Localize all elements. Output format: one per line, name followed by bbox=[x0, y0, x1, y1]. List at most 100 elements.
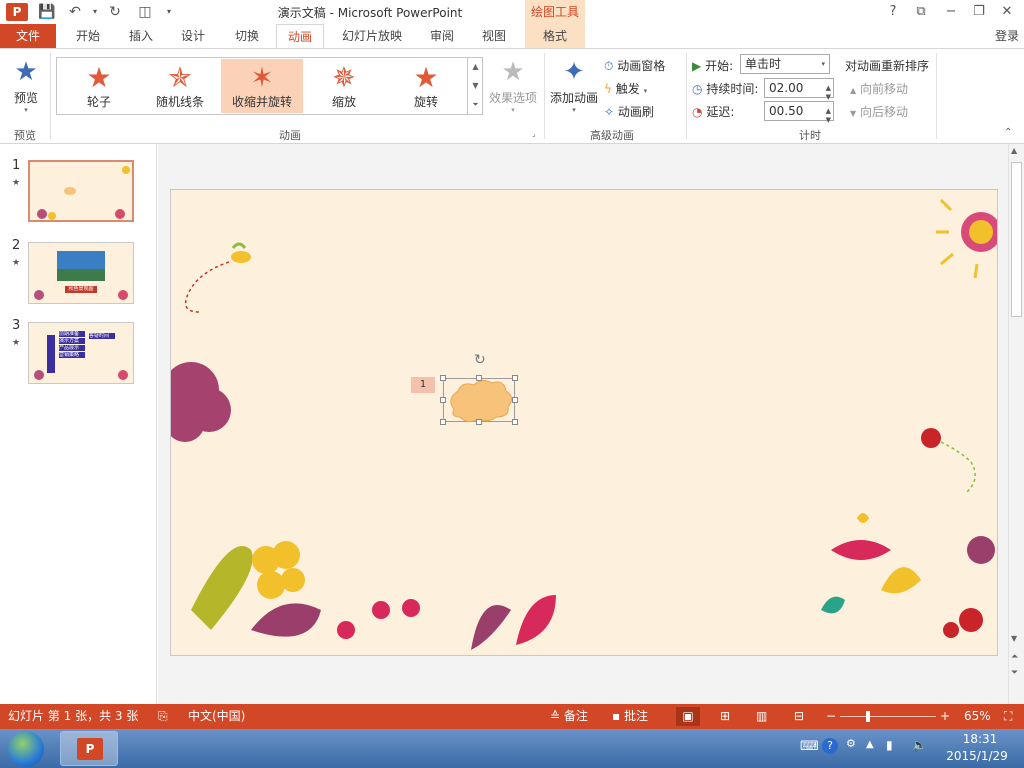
tab-format[interactable]: 格式 bbox=[525, 24, 585, 48]
group-label-timing: 计时 bbox=[799, 129, 821, 142]
start-button-icon[interactable] bbox=[8, 731, 44, 767]
fit-slide-icon[interactable]: ⛶ bbox=[1004, 704, 1012, 729]
gallery-item-zoom[interactable]: ✵ 缩放 bbox=[303, 59, 385, 113]
delay-clock-icon: ◔ bbox=[692, 105, 703, 119]
start-dropdown-value: 单击时 bbox=[745, 57, 782, 71]
help-tray-icon[interactable]: ? bbox=[822, 738, 838, 754]
slide-thumbnail-2[interactable]: 秋色景观图 bbox=[28, 242, 134, 304]
clock-time[interactable]: 18:31 bbox=[950, 732, 1010, 746]
gallery-item-label: 旋转 bbox=[413, 95, 438, 109]
zoom-slider-track[interactable] bbox=[840, 716, 936, 717]
scroll-thumb[interactable] bbox=[1011, 162, 1022, 317]
slide-sorter-icon[interactable]: ⊞ bbox=[720, 704, 730, 729]
tab-transitions[interactable]: 切换 bbox=[224, 24, 270, 48]
slide-thumbnail-1[interactable] bbox=[28, 160, 134, 222]
close-button[interactable]: ✕ bbox=[994, 2, 1020, 22]
rotate-handle-icon[interactable]: ↻ bbox=[474, 352, 486, 368]
zoom-in-icon[interactable]: + bbox=[940, 704, 950, 729]
selected-cloud-shape[interactable] bbox=[443, 378, 515, 423]
powerpoint-logo-icon[interactable]: P bbox=[6, 3, 28, 21]
gallery-item-swivel[interactable]: ★ 旋转 bbox=[385, 59, 467, 113]
duration-spinner[interactable]: 02.00 ▲ ▼ bbox=[764, 78, 834, 101]
tab-insert[interactable]: 插入 bbox=[118, 24, 164, 48]
tab-design[interactable]: 设计 bbox=[170, 24, 216, 48]
tab-home[interactable]: 开始 bbox=[64, 24, 112, 48]
resize-handle[interactable] bbox=[476, 419, 482, 425]
resize-handle[interactable] bbox=[476, 375, 482, 381]
start-play-icon: ▶ bbox=[692, 59, 702, 73]
slide-canvas[interactable]: 1 ↻ bbox=[170, 189, 998, 656]
maximize-button[interactable]: ❐ bbox=[966, 2, 992, 22]
slideshow-view-icon[interactable]: ⊟ bbox=[794, 704, 804, 729]
customize-toolbar-icon[interactable]: ▾ bbox=[160, 3, 178, 21]
redo-icon[interactable]: ↻ bbox=[106, 3, 124, 21]
tab-review[interactable]: 审阅 bbox=[420, 24, 464, 48]
move-later-button[interactable]: ▼ 向后移动 bbox=[850, 103, 908, 120]
language-indicator[interactable]: 中文(中国) bbox=[188, 704, 245, 729]
add-animation-button[interactable]: ✦ 添加动画 ▾ bbox=[547, 55, 601, 121]
help-button[interactable]: ? bbox=[880, 2, 906, 22]
resize-handle[interactable] bbox=[440, 419, 446, 425]
keyboard-icon[interactable]: ⌨ bbox=[800, 739, 819, 754]
move-earlier-button[interactable]: ▲ 向前移动 bbox=[850, 80, 908, 97]
gallery-scroll-up-icon[interactable]: ▲ bbox=[467, 58, 483, 77]
tab-animations[interactable]: 动画 bbox=[276, 24, 324, 48]
delay-spinner[interactable]: 00.50 ▲ ▼ bbox=[764, 101, 834, 124]
undo-icon[interactable]: ↶ bbox=[66, 3, 84, 21]
preview-label: 预览 bbox=[13, 91, 38, 105]
comment-icon: ▪ bbox=[612, 709, 621, 723]
resize-handle[interactable] bbox=[512, 375, 518, 381]
start-dropdown[interactable]: 单击时 ▾ bbox=[740, 54, 830, 74]
zoom-level[interactable]: 65% bbox=[964, 704, 991, 729]
previous-slide-icon[interactable]: ⏶ bbox=[1011, 652, 1018, 662]
resize-handle[interactable] bbox=[440, 397, 446, 403]
comments-label: 批注 bbox=[623, 709, 648, 723]
animation-pane-button[interactable]: ⏱ 动画窗格 bbox=[604, 57, 665, 74]
trigger-button[interactable]: ϟ 触发 ▾ bbox=[604, 80, 647, 97]
network-icon[interactable]: ▮ bbox=[886, 738, 893, 752]
gallery-item-label: 轮子 bbox=[86, 95, 111, 109]
gallery-item-shrink-turn[interactable]: ✶ 收缩并旋转 bbox=[221, 59, 303, 113]
ribbon-display-button[interactable]: ⧉ bbox=[908, 2, 934, 22]
scroll-down-icon[interactable]: ▼ bbox=[1011, 634, 1017, 643]
login-link[interactable]: 登录 bbox=[995, 24, 1019, 48]
present-icon[interactable]: ◫ bbox=[136, 3, 154, 21]
undo-dropdown-icon[interactable]: ▾ bbox=[86, 3, 104, 21]
dialog-launcher-icon[interactable]: ⌟ bbox=[532, 129, 536, 138]
gallery-item-wheel[interactable]: ★ 轮子 bbox=[58, 59, 140, 113]
minimize-button[interactable]: − bbox=[938, 2, 964, 22]
tab-slideshow[interactable]: 幻灯片放映 bbox=[332, 24, 412, 48]
animation-painter-button[interactable]: ✧ 动画刷 bbox=[604, 103, 654, 120]
shrink-turn-star-icon: ✶ bbox=[250, 61, 274, 94]
vertical-scrollbar[interactable]: ▲ ▼ ⏶ ⏷ bbox=[1008, 144, 1024, 704]
zoom-out-icon[interactable]: − bbox=[826, 704, 836, 729]
slide-thumbnail-3[interactable]: 前期准备 演示方案 产品展示 营销策略 答疑时间 bbox=[28, 322, 134, 384]
spellcheck-icon[interactable]: ⎘ bbox=[158, 704, 168, 729]
resize-handle[interactable] bbox=[512, 397, 518, 403]
taskbar-powerpoint-button[interactable]: P bbox=[60, 731, 118, 766]
next-slide-icon[interactable]: ⏷ bbox=[1011, 668, 1018, 678]
animation-order-tag[interactable]: 1 bbox=[411, 377, 435, 393]
zoom-slider-thumb[interactable] bbox=[866, 711, 870, 722]
gallery-more-icon[interactable]: ⏷ bbox=[467, 96, 483, 115]
gallery-item-random-bars[interactable]: ✯ 随机线条 bbox=[139, 59, 221, 113]
tab-view[interactable]: 视图 bbox=[472, 24, 516, 48]
move-later-label: 向后移动 bbox=[859, 105, 908, 119]
volume-icon[interactable]: 🔈 bbox=[912, 738, 927, 752]
tab-file[interactable]: 文件 bbox=[0, 24, 56, 48]
collapse-ribbon-icon[interactable]: ⌃ bbox=[1004, 127, 1012, 138]
resize-handle[interactable] bbox=[440, 375, 446, 381]
show-hidden-icons-icon[interactable]: ▲ bbox=[866, 739, 874, 750]
normal-view-icon[interactable]: ▣ bbox=[676, 707, 700, 726]
resize-handle[interactable] bbox=[512, 419, 518, 425]
scroll-up-icon[interactable]: ▲ bbox=[1011, 146, 1017, 155]
effect-options-button[interactable]: ★ 效果选项 ▾ bbox=[486, 55, 540, 121]
save-icon[interactable]: 💾 bbox=[38, 3, 56, 21]
tray-settings-icon[interactable]: ⚙ bbox=[846, 737, 856, 750]
notes-button[interactable]: ≙ 备注 bbox=[550, 704, 588, 729]
reading-view-icon[interactable]: ▥ bbox=[756, 704, 767, 729]
preview-button[interactable]: ★ 预览 ▾ bbox=[4, 55, 48, 121]
gallery-scroll-down-icon[interactable]: ▼ bbox=[467, 77, 483, 96]
clock-date[interactable]: 2015/1/29 bbox=[940, 749, 1014, 763]
comments-button[interactable]: ▪ 批注 bbox=[612, 704, 648, 729]
